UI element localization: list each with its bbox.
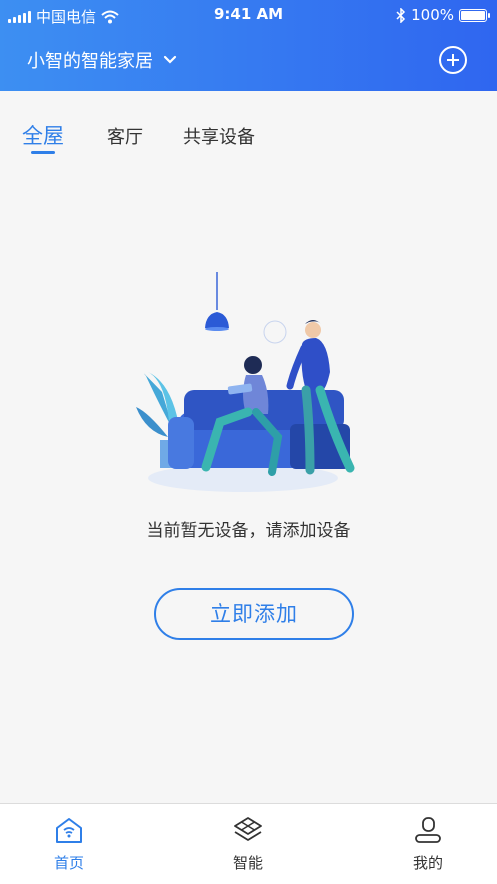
- profile-icon: [415, 817, 441, 843]
- tabbar-home-label: 首页: [53, 854, 84, 872]
- add-device-button[interactable]: 立即添加: [154, 588, 354, 640]
- status-bar: 中国电信 9:41 AM 100%: [0, 0, 497, 30]
- chevron-down-icon: [163, 55, 177, 64]
- add-circle-button[interactable]: [439, 46, 467, 74]
- active-tab-indicator: [31, 151, 55, 154]
- tab-living-room[interactable]: 客厅: [107, 123, 143, 149]
- battery-icon: [459, 8, 490, 22]
- room-tabs: 全屋 客厅 共享设备: [0, 91, 497, 166]
- tabbar-profile-label: 我的: [412, 854, 443, 872]
- battery-percent: 100%: [411, 6, 454, 24]
- tab-shared-devices[interactable]: 共享设备: [183, 123, 255, 149]
- bluetooth-icon: [396, 7, 406, 23]
- bottom-tab-bar: 首页 智能 我的: [0, 803, 497, 884]
- smart-icon: [234, 817, 262, 841]
- home-icon: [56, 818, 82, 843]
- tabbar-home[interactable]: 首页: [29, 814, 109, 873]
- tabbar-profile[interactable]: 我的: [388, 814, 468, 873]
- tabbar-smart-label: 智能: [232, 854, 263, 872]
- empty-state-message: 当前暂无设备，请添加设备: [146, 521, 351, 541]
- app-header: 中国电信 9:41 AM 100% 小智的智能家居: [0, 0, 497, 91]
- home-selector[interactable]: 小智的智能家居: [27, 47, 177, 73]
- home-name: 小智的智能家居: [27, 51, 153, 72]
- tabbar-smart[interactable]: 智能: [208, 814, 288, 873]
- tab-all-rooms[interactable]: 全屋: [22, 120, 64, 150]
- empty-state-illustration: [136, 272, 355, 492]
